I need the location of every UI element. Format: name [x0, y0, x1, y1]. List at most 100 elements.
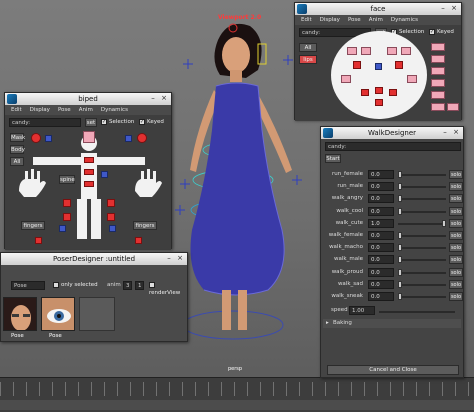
walk-row-value[interactable]: 0.0	[368, 206, 394, 216]
render-view-checkbox[interactable]: renderView	[149, 281, 187, 297]
foot-right-control[interactable]	[109, 225, 116, 232]
cheek-left-control[interactable]	[341, 75, 351, 83]
walk-row-value[interactable]: 0.0	[368, 170, 394, 179]
knee-right-control[interactable]	[107, 199, 115, 207]
jaw-control[interactable]	[375, 99, 383, 106]
menu-edit[interactable]: Edit	[11, 107, 22, 113]
waist-control[interactable]	[84, 181, 94, 187]
menu-dynamics[interactable]: Dynamics	[101, 107, 128, 113]
walk-row-slider[interactable]	[398, 235, 446, 237]
minimize-icon[interactable]: –	[440, 128, 450, 137]
minimize-icon[interactable]: –	[148, 94, 158, 103]
walk-row-value[interactable]: 0.0	[368, 292, 394, 301]
walk-row-value[interactable]: 0.0	[368, 194, 394, 204]
brow-left-control[interactable]	[347, 47, 357, 55]
close-icon[interactable]: ×	[451, 128, 461, 137]
only-selected-checkbox[interactable]: only selected	[53, 281, 98, 289]
pose-thumbnail[interactable]	[3, 297, 37, 331]
walk-row-value[interactable]: 0.0	[368, 231, 394, 240]
character-select[interactable]: candy:	[325, 142, 461, 151]
slider-knob[interactable]	[398, 195, 402, 203]
shoulder-right-control[interactable]	[137, 133, 147, 143]
pose-name-field[interactable]: Pose	[11, 281, 45, 290]
ik-right-control[interactable]	[125, 135, 132, 142]
walk-row-value[interactable]: 0.0	[368, 279, 394, 289]
pose-thumbnail-empty[interactable]	[79, 297, 115, 331]
walk-row-slider[interactable]	[398, 259, 446, 262]
cancel-and-close-button[interactable]: Cancel and Close	[327, 365, 459, 375]
walk-row-slider[interactable]	[398, 247, 446, 250]
leg-left-control[interactable]	[63, 213, 71, 221]
walkdesigner-titlebar[interactable]: WalkDesigner – ×	[321, 127, 463, 139]
timeline-ruler[interactable]	[0, 382, 474, 396]
walk-row-slider[interactable]	[398, 283, 446, 286]
slider-knob[interactable]	[398, 280, 402, 288]
solo-button[interactable]: solo	[449, 182, 463, 192]
side-control[interactable]	[431, 91, 445, 99]
pose-thumbnail[interactable]	[41, 297, 75, 331]
minimize-icon[interactable]: –	[438, 4, 448, 13]
side-control[interactable]	[431, 67, 445, 75]
spine-button[interactable]: spine	[59, 175, 75, 184]
walk-row-slider[interactable]	[398, 222, 446, 225]
walk-row-slider[interactable]	[398, 198, 446, 201]
menu-anim[interactable]: Anim	[369, 17, 383, 23]
walk-row-slider[interactable]	[398, 271, 446, 274]
speed-field[interactable]: 1.00	[349, 306, 375, 315]
minimize-icon[interactable]: –	[164, 254, 174, 263]
brow-inner-right-control[interactable]	[387, 47, 397, 55]
ik-left-control[interactable]	[45, 135, 52, 142]
hip-control[interactable]	[101, 171, 108, 178]
solo-button[interactable]: solo	[449, 231, 463, 240]
slider-knob[interactable]	[398, 171, 402, 178]
walk-row-value[interactable]: 1.0	[368, 218, 394, 228]
solo-button[interactable]: solo	[449, 206, 463, 216]
slider-knob[interactable]	[442, 219, 446, 227]
solo-button[interactable]: solo	[449, 243, 463, 253]
slider-knob[interactable]	[398, 232, 402, 239]
solo-button[interactable]: solo	[449, 267, 463, 277]
walk-row-value[interactable]: 0.0	[368, 243, 394, 253]
solo-button[interactable]: solo	[449, 279, 463, 289]
walk-row-slider[interactable]	[398, 296, 446, 298]
face-titlebar[interactable]: face – ×	[295, 3, 461, 15]
walk-row-value[interactable]: 0.0	[368, 255, 394, 265]
slider-knob[interactable]	[398, 183, 402, 191]
close-icon[interactable]: ×	[449, 4, 459, 13]
nose-control[interactable]	[375, 63, 382, 70]
menu-edit[interactable]: Edit	[301, 17, 312, 23]
time-slider[interactable]	[0, 377, 474, 412]
baking-section[interactable]: ▸ Baking	[323, 319, 461, 328]
foot-left-control[interactable]	[59, 225, 66, 232]
side-control[interactable]	[431, 43, 445, 51]
close-icon[interactable]: ×	[159, 94, 169, 103]
solo-button[interactable]: solo	[449, 218, 463, 228]
biped-titlebar[interactable]: biped – ×	[5, 93, 171, 105]
slider-knob[interactable]	[398, 256, 402, 264]
walk-row-value[interactable]: 0.0	[368, 182, 394, 192]
poserdesigner-titlebar[interactable]: PoserDesigner :untitled – ×	[1, 253, 187, 265]
menu-pose[interactable]: Pose	[58, 107, 71, 113]
head-control[interactable]	[83, 131, 95, 143]
toe-control[interactable]	[135, 237, 142, 244]
fingers-right-button[interactable]: fingers	[133, 221, 157, 230]
close-icon[interactable]: ×	[175, 254, 185, 263]
chest-control[interactable]	[84, 157, 94, 163]
menu-pose[interactable]: Pose	[348, 17, 361, 23]
lip-corner-right-control[interactable]	[389, 89, 397, 96]
slider-knob[interactable]	[398, 244, 402, 252]
range-slider[interactable]	[0, 400, 474, 410]
side-control[interactable]	[431, 55, 445, 63]
slider-knob[interactable]	[398, 207, 402, 215]
walk-row-slider[interactable]	[398, 186, 446, 189]
knee-left-control[interactable]	[63, 199, 71, 207]
anim-field-b[interactable]: 1	[135, 281, 144, 290]
slider-knob[interactable]	[398, 268, 402, 276]
menu-dynamics[interactable]: Dynamics	[391, 17, 418, 23]
eye-right-control[interactable]	[395, 61, 403, 69]
menu-display[interactable]: Display	[30, 107, 50, 113]
menu-display[interactable]: Display	[320, 17, 340, 23]
side-control[interactable]	[431, 103, 445, 111]
walk-row-value[interactable]: 0.0	[368, 267, 394, 277]
walk-row-slider[interactable]	[398, 210, 446, 213]
